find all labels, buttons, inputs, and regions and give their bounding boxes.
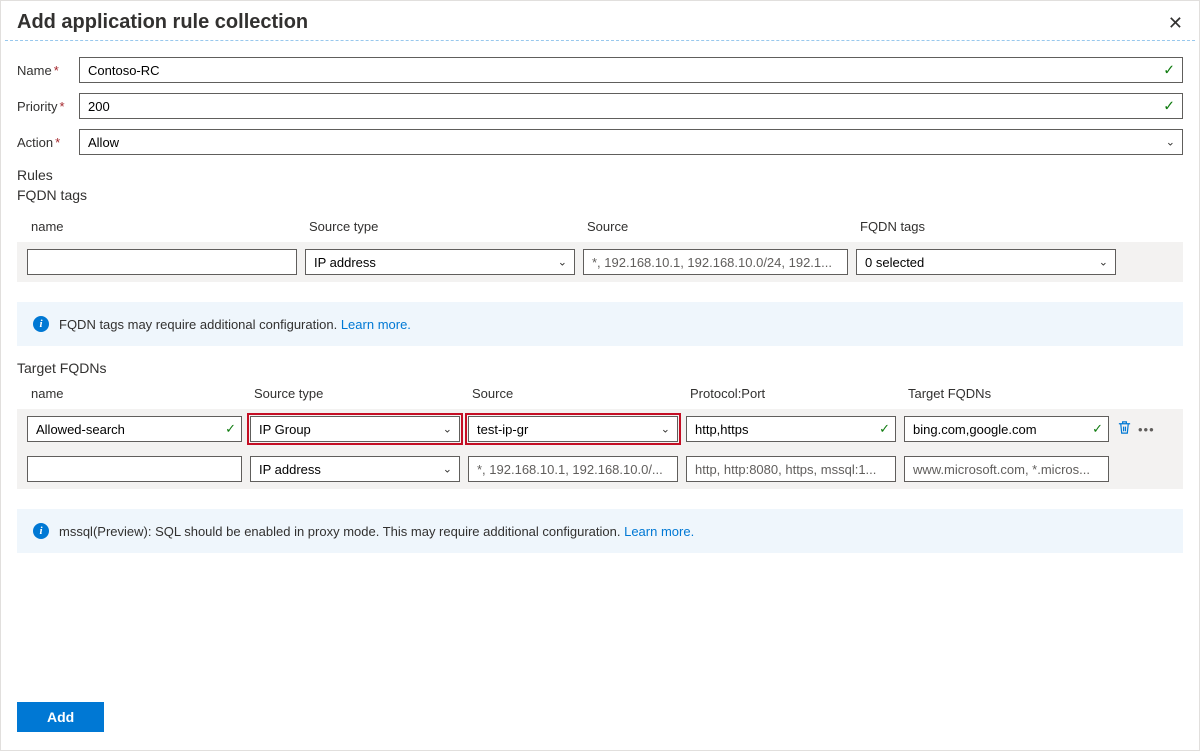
learn-more-link[interactable]: Learn more. (624, 524, 694, 539)
rule-protocol-input[interactable] (686, 456, 896, 482)
panel-footer: Add (1, 688, 1199, 750)
col-source: Source (468, 380, 678, 409)
rule-name-input[interactable] (27, 456, 242, 482)
add-rule-collection-panel: Add application rule collection ✕ Name* … (0, 0, 1200, 751)
col-source-type: Source type (305, 213, 575, 242)
panel-title: Add application rule collection (17, 11, 308, 34)
required-asterisk: * (54, 63, 59, 78)
col-name: name (27, 380, 242, 409)
priority-label-text: Priority (17, 99, 57, 114)
fqdn-tags-title: FQDN tags (17, 187, 1183, 203)
name-input[interactable] (79, 57, 1183, 83)
target-fqdns-info-banner: i mssql(Preview): SQL should be enabled … (17, 509, 1183, 553)
fqdn-tag-source-type-select[interactable] (305, 249, 575, 275)
panel-header: Add application rule collection ✕ (1, 1, 1199, 40)
name-label: Name* (17, 63, 79, 78)
fqdn-tags-info-banner: i FQDN tags may require additional confi… (17, 302, 1183, 346)
required-asterisk: * (59, 99, 64, 114)
action-label: Action* (17, 135, 79, 150)
col-fqdn-tags: FQDN tags (856, 213, 1116, 242)
panel-content: Name* ✓ Priority* ✓ Action* ⌄ (1, 57, 1199, 688)
rule-source-type-select[interactable] (250, 416, 460, 442)
col-source: Source (583, 213, 848, 242)
priority-label: Priority* (17, 99, 79, 114)
info-text: mssql(Preview): SQL should be enabled in… (59, 524, 620, 539)
add-button[interactable]: Add (17, 702, 104, 732)
required-asterisk: * (55, 135, 60, 150)
rules-section-label: Rules (17, 167, 1183, 183)
row-actions: ••• (1117, 420, 1161, 438)
action-field-row: Action* ⌄ (17, 129, 1183, 155)
info-text: FQDN tags may require additional configu… (59, 317, 337, 332)
fqdn-tags-row: ⌄ ⌄ (17, 242, 1183, 282)
fqdn-tag-source-input[interactable] (583, 249, 848, 275)
priority-field-row: Priority* ✓ (17, 93, 1183, 119)
fqdn-tags-headers: name Source type Source FQDN tags (17, 213, 1183, 242)
rule-name-input[interactable] (27, 416, 242, 442)
action-select[interactable] (79, 129, 1183, 155)
rule-source-type-select[interactable] (250, 456, 460, 482)
target-fqdns-headers: name Source type Source Protocol:Port Ta… (17, 380, 1183, 409)
col-source-type: Source type (250, 380, 460, 409)
col-name: name (27, 213, 297, 242)
info-icon: i (33, 316, 49, 332)
delete-icon[interactable] (1117, 420, 1132, 438)
learn-more-link[interactable]: Learn more. (341, 317, 411, 332)
rule-source-select[interactable] (468, 416, 678, 442)
name-label-text: Name (17, 63, 52, 78)
target-fqdns-title: Target FQDNs (17, 360, 1183, 376)
info-icon: i (33, 523, 49, 539)
target-fqdns-row: ⌄ (17, 449, 1183, 489)
header-divider (5, 40, 1195, 41)
rule-targets-input[interactable] (904, 456, 1109, 482)
col-targets: Target FQDNs (904, 380, 1109, 409)
fqdn-tag-name-input[interactable] (27, 249, 297, 275)
target-fqdns-row: ✓ ⌄ ⌄ ✓ ✓ ••• (17, 409, 1183, 449)
col-protocol: Protocol:Port (686, 380, 896, 409)
rule-protocol-input[interactable] (686, 416, 896, 442)
priority-input[interactable] (79, 93, 1183, 119)
name-field-row: Name* ✓ (17, 57, 1183, 83)
rule-source-input[interactable] (468, 456, 678, 482)
action-label-text: Action (17, 135, 53, 150)
close-icon[interactable]: ✕ (1168, 14, 1183, 32)
fqdn-tag-tags-select[interactable] (856, 249, 1116, 275)
rule-targets-input[interactable] (904, 416, 1109, 442)
more-icon[interactable]: ••• (1138, 422, 1155, 437)
